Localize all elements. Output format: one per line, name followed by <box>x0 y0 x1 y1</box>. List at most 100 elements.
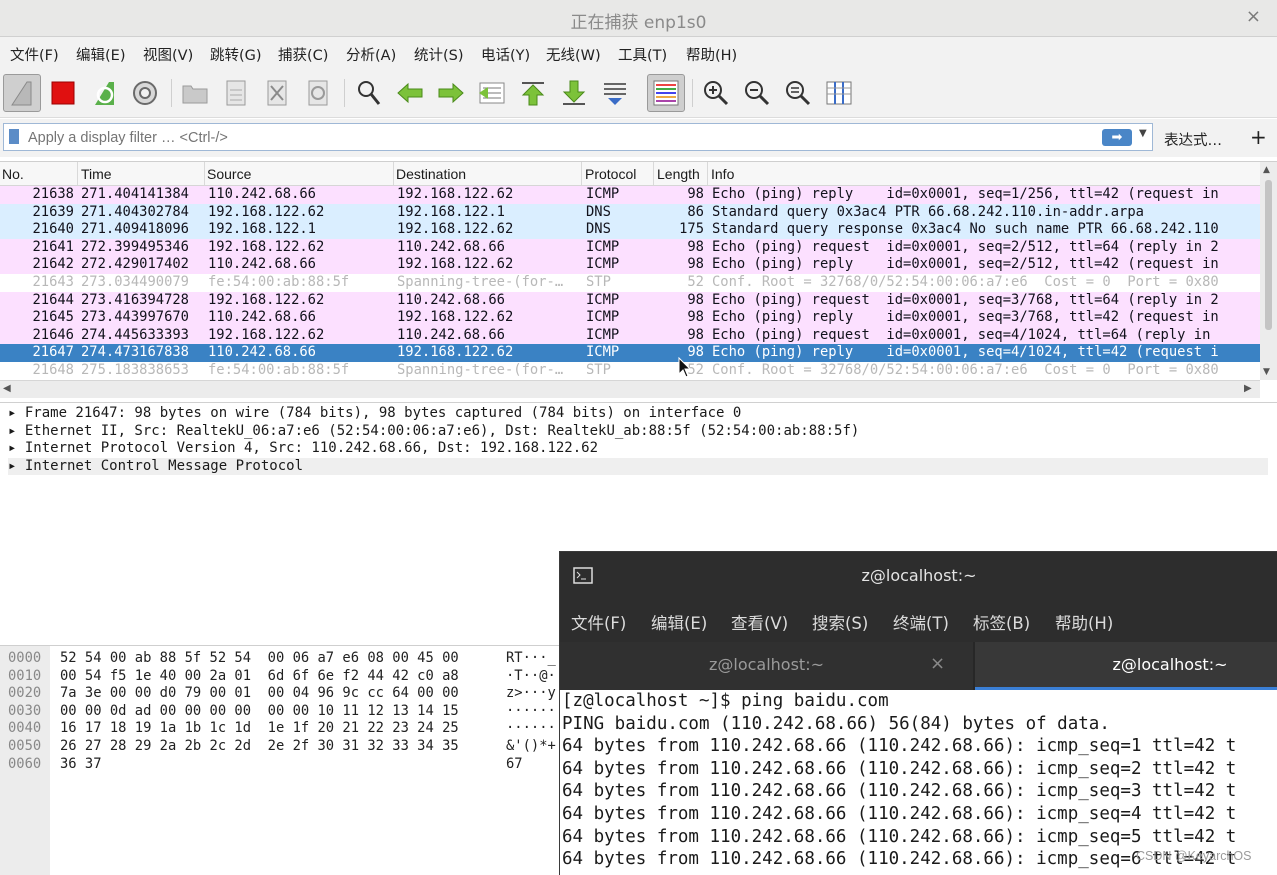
terminal-window: z@localhost:~ 文件(F) 编辑(E) 查看(V) 搜索(S) 终端… <box>559 551 1277 875</box>
packet-row[interactable]: 21647 274.473167838 110.242.68.66 192.168.1… <box>0 344 1260 362</box>
terminal-output[interactable]: [z@localhost ~]$ ping baidu.com PING bai… <box>560 690 1277 875</box>
auto-scroll-icon[interactable] <box>596 74 634 112</box>
packet-source: 192.168.122.62 <box>208 326 325 343</box>
zoom-out-icon[interactable] <box>738 74 776 112</box>
packet-list-horizontal-scrollbar[interactable]: ◀ ▶ <box>0 380 1260 398</box>
column-header-protocol[interactable]: Protocol <box>585 166 636 182</box>
menu-edit[interactable]: 编辑(E) <box>76 44 125 65</box>
find-packet-icon[interactable] <box>350 74 388 112</box>
packet-no: 21643 <box>32 274 74 290</box>
menu-go[interactable]: 跳转(G) <box>210 44 262 65</box>
terminal-tab-2[interactable]: z@localhost:~ <box>975 642 1277 690</box>
menu-bar: 文件(F) 编辑(E) 视图(V) 跳转(G) 捕获(C) 分析(A) 统计(S… <box>0 37 1277 69</box>
packet-row[interactable]: 21648 275.183838653 fe:54:00:ab:88:5f Spann… <box>0 362 1260 380</box>
hex-offset: 0010 <box>8 667 42 684</box>
go-last-icon[interactable] <box>555 74 593 112</box>
hex-ascii: 67 <box>506 755 523 772</box>
column-header-no[interactable]: No. <box>2 166 24 182</box>
watermark: CSDN @KeyarchOS <box>1136 849 1252 863</box>
packet-protocol: ICMP <box>586 256 620 273</box>
packet-protocol: ICMP <box>586 291 620 308</box>
column-header-time[interactable]: Time <box>81 166 112 182</box>
detail-frame[interactable]: ▸ Frame 21647: 98 bytes on wire (784 bit… <box>8 405 741 422</box>
window-title: 正在捕获 enp1s0 <box>570 13 707 33</box>
menu-view[interactable]: 视图(V) <box>143 44 193 65</box>
packet-row[interactable]: 21640 271.409418096 192.168.122.1 192.168.1… <box>0 221 1260 239</box>
close-icon[interactable]: × <box>1246 6 1261 27</box>
start-capture-icon[interactable] <box>3 74 41 112</box>
zoom-in-icon[interactable] <box>697 74 735 112</box>
display-filter-input[interactable] <box>26 126 1090 150</box>
scroll-up-icon[interactable]: ▲ <box>1263 165 1270 175</box>
go-first-icon[interactable] <box>514 74 552 112</box>
detail-icmp[interactable]: ▸ Internet Control Message Protocol <box>8 457 1268 475</box>
normal-size-icon[interactable] <box>779 74 817 112</box>
packet-list-header: No. Time Source Destination Protocol Len… <box>0 162 1260 186</box>
packet-row[interactable]: 21639 271.404302784 192.168.122.62 192.168.… <box>0 203 1260 222</box>
close-file-icon[interactable] <box>258 74 296 112</box>
terminal-menu-edit[interactable]: 编辑(E) <box>651 610 707 634</box>
packet-source: 110.242.68.66 <box>208 256 316 273</box>
go-forward-icon[interactable] <box>432 74 470 112</box>
colorize-icon[interactable] <box>647 74 685 112</box>
apply-filter-icon[interactable]: ➡ <box>1102 129 1132 146</box>
terminal-menu-search[interactable]: 搜索(S) <box>812 610 868 634</box>
menu-capture[interactable]: 捕获(C) <box>278 44 328 65</box>
menu-file[interactable]: 文件(F) <box>10 44 59 65</box>
menu-help[interactable]: 帮助(H) <box>686 44 737 65</box>
packet-protocol: STP <box>586 362 611 378</box>
packet-row[interactable]: 21644 273.416394728 192.168.122.62 110.242.… <box>0 291 1260 310</box>
add-filter-button[interactable]: + <box>1250 125 1267 149</box>
open-file-icon[interactable] <box>176 74 214 112</box>
packet-row[interactable]: 21643 273.034490079 fe:54:00:ab:88:5f Spann… <box>0 274 1260 292</box>
hex-offset: 0000 <box>8 650 42 666</box>
packet-source: 110.242.68.66 <box>208 344 316 361</box>
terminal-menu-help[interactable]: 帮助(H) <box>1055 610 1113 634</box>
stop-capture-icon[interactable] <box>44 74 82 112</box>
reload-file-icon[interactable] <box>299 74 337 112</box>
restart-capture-icon[interactable] <box>85 74 123 112</box>
terminal-menu-file[interactable]: 文件(F) <box>571 610 626 634</box>
bookmark-icon[interactable] <box>9 129 19 144</box>
terminal-title: z@localhost:~ <box>861 566 977 585</box>
resize-columns-icon[interactable] <box>820 74 858 112</box>
detail-ethernet[interactable]: ▸ Ethernet II, Src: RealtekU_06:a7:e6 (5… <box>8 423 859 440</box>
terminal-menu-view[interactable]: 查看(V) <box>731 610 788 634</box>
packet-list-vertical-scrollbar[interactable]: ▲ ▼ <box>1260 162 1277 380</box>
detail-ipv4[interactable]: ▸ Internet Protocol Version 4, Src: 110.… <box>8 440 598 457</box>
packet-time: 272.399495346 <box>81 238 189 255</box>
column-header-destination[interactable]: Destination <box>396 166 466 182</box>
column-header-info[interactable]: Info <box>711 166 734 182</box>
terminal-tab-1[interactable]: z@localhost:~ × <box>560 642 973 690</box>
expression-button[interactable]: 表达式… <box>1164 129 1222 150</box>
packet-info: Conf. Root = 32768/0/52:54:00:06:a7:e6 C… <box>712 274 1219 290</box>
close-tab-icon[interactable]: × <box>930 653 945 674</box>
menu-tools[interactable]: 工具(T) <box>618 44 667 65</box>
packet-destination: 192.168.122.62 <box>397 221 514 238</box>
packet-row[interactable]: 21645 273.443997670 110.242.68.66 192.168.1… <box>0 309 1260 327</box>
packet-row[interactable]: 21641 272.399495346 192.168.122.62 110.242.… <box>0 238 1260 257</box>
packet-row[interactable]: 21642 272.429017402 110.242.68.66 192.168.1… <box>0 256 1260 274</box>
scroll-right-icon[interactable]: ▶ <box>1244 383 1252 394</box>
terminal-line: 64 bytes from 110.242.68.66 (110.242.68.… <box>562 804 1237 824</box>
packet-row[interactable]: 21638 271.404141384 110.242.68.66 192.168.1… <box>0 186 1260 204</box>
go-back-icon[interactable] <box>391 74 429 112</box>
scroll-left-icon[interactable]: ◀ <box>3 383 11 394</box>
column-header-source[interactable]: Source <box>207 166 251 182</box>
go-to-packet-icon[interactable] <box>473 74 511 112</box>
packet-row[interactable]: 21646 274.445633393 192.168.122.62 110.242.… <box>0 326 1260 345</box>
menu-statistics[interactable]: 统计(S) <box>414 44 464 65</box>
vertical-scroll-thumb[interactable] <box>1265 180 1272 330</box>
terminal-menu-tabs[interactable]: 标签(B) <box>973 610 1030 634</box>
chevron-down-icon[interactable]: ▼ <box>1139 128 1147 139</box>
packet-no: 21646 <box>32 326 74 343</box>
capture-options-icon[interactable] <box>126 74 164 112</box>
scroll-down-icon[interactable]: ▼ <box>1263 367 1270 377</box>
menu-analyze[interactable]: 分析(A) <box>346 44 396 65</box>
column-header-length[interactable]: Length <box>657 166 700 182</box>
terminal-menu-terminal[interactable]: 终端(T) <box>893 610 949 634</box>
menu-telephony[interactable]: 电话(Y) <box>481 44 530 65</box>
packet-protocol: ICMP <box>586 238 620 255</box>
menu-wireless[interactable]: 无线(W) <box>546 44 601 65</box>
save-file-icon[interactable] <box>217 74 255 112</box>
